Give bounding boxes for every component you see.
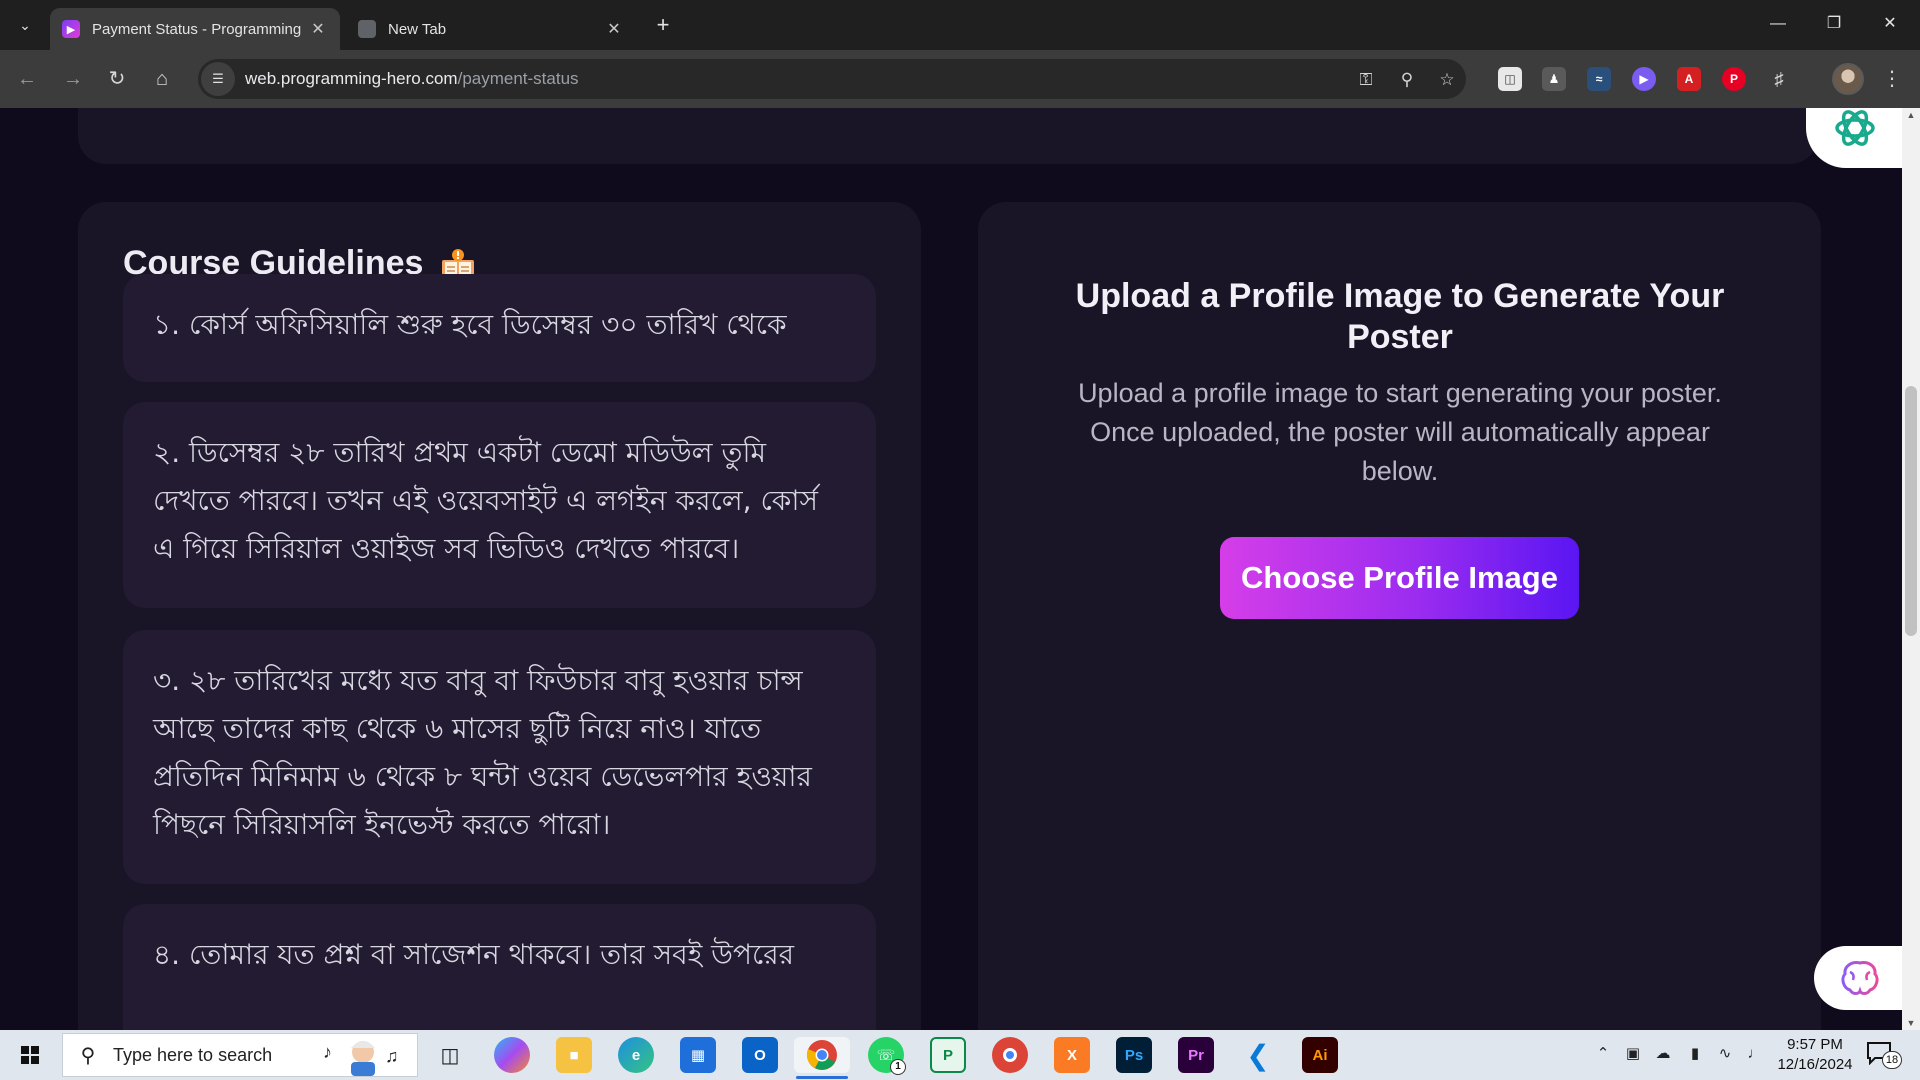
system-clock[interactable]: 9:57 PM 12/16/2024: [1770, 1035, 1860, 1075]
pdf-extension-icon[interactable]: A: [1677, 67, 1701, 91]
password-key-icon[interactable]: ⚿: [1354, 68, 1378, 92]
scroll-down-arrow-icon[interactable]: ▼: [1902, 1018, 1920, 1028]
copilot-icon[interactable]: [494, 1037, 530, 1073]
address-bar[interactable]: ☰ web.programming-hero.com/payment-statu…: [198, 59, 1466, 99]
volume-muted-icon[interactable]: ♩: [1744, 1043, 1766, 1065]
new-tab-plus-icon[interactable]: +: [650, 12, 676, 38]
close-tab-icon[interactable]: ✕: [308, 19, 328, 39]
vscode-icon[interactable]: ❮: [1240, 1037, 1276, 1073]
chrome-icon: [358, 20, 376, 38]
browser-tab-bar: ⌄ ▶ Payment Status - Programming ✕ New T…: [0, 0, 1920, 50]
search-placeholder: Type here to search: [113, 1044, 273, 1065]
menu-kebab-icon[interactable]: ⋮: [1880, 64, 1904, 94]
tab-title: Payment Status - Programming: [92, 20, 302, 38]
reload-icon[interactable]: ↻: [102, 64, 132, 94]
clock-date: 12/16/2024: [1777, 1056, 1853, 1073]
show-hidden-icons-chevron-icon[interactable]: ⌃: [1592, 1043, 1614, 1065]
clock-time: 9:57 PM: [1787, 1036, 1843, 1053]
browser-toolbar: ← → ↻ ⌂ ☰ web.programming-hero.com/payme…: [0, 50, 1920, 108]
profile-avatar[interactable]: [1832, 63, 1864, 95]
edge-icon[interactable]: e: [618, 1037, 654, 1073]
svg-text:♪: ♪: [323, 1042, 332, 1062]
tab-new-tab[interactable]: New Tab ✕: [346, 8, 636, 50]
tab-search-chevron-icon[interactable]: ⌄: [12, 13, 38, 37]
file-explorer-icon[interactable]: ■: [556, 1037, 592, 1073]
minimize-icon[interactable]: —: [1750, 0, 1806, 50]
guideline-item: ২. ডিসেম্বর ২৮ তারিখ প্রথম একটা ডেমো মডি…: [123, 402, 876, 608]
scroll-up-arrow-icon[interactable]: ▲: [1902, 110, 1920, 120]
svg-text:♫: ♫: [385, 1046, 399, 1066]
scrollbar-thumb[interactable]: [1905, 386, 1917, 636]
window-close-icon[interactable]: ✕: [1862, 0, 1918, 50]
xampp-icon[interactable]: X: [1054, 1037, 1090, 1073]
search-icon: ⚲: [80, 1044, 96, 1067]
choose-profile-image-button[interactable]: Choose Profile Image: [1220, 537, 1579, 619]
forward-arrow-icon[interactable]: →: [58, 64, 88, 94]
bookmark-star-icon[interactable]: ☆: [1435, 68, 1459, 92]
wifi-icon[interactable]: ∿: [1714, 1043, 1736, 1065]
url-text: web.programming-hero.com/payment-status: [245, 69, 579, 88]
premiere-pro-icon[interactable]: Pr: [1178, 1037, 1214, 1073]
guideline-item: ৩. ২৮ তারিখের মধ্যে যত বাবু বা ফিউচার বা…: [123, 630, 876, 884]
reading-list-icon[interactable]: ◫: [1498, 67, 1522, 91]
zoom-icon[interactable]: ⚲: [1395, 68, 1419, 92]
site-info-icon[interactable]: ☰: [201, 62, 235, 96]
windows-taskbar: ⚲ Type here to search ♪ ♫ ◫ ■ e ▦ O ☏ 1 …: [0, 1030, 1920, 1080]
microsoft-store-icon[interactable]: ▦: [680, 1037, 716, 1073]
tab-title: New Tab: [388, 20, 447, 38]
chatgpt-logo-icon[interactable]: [1806, 108, 1902, 168]
close-tab-icon[interactable]: ✕: [604, 19, 624, 39]
photoshop-icon[interactable]: Ps: [1116, 1037, 1152, 1073]
ai-brain-icon[interactable]: [1814, 946, 1902, 1010]
upload-title: Upload a Profile Image to Generate Your …: [1075, 277, 1725, 356]
programming-hero-icon: ▶: [62, 20, 80, 38]
extension-play-icon[interactable]: ▶: [1632, 67, 1656, 91]
home-icon[interactable]: ⌂: [147, 64, 177, 94]
page-scrollbar[interactable]: ▲ ▼: [1902, 108, 1920, 1030]
illustrator-icon[interactable]: Ai: [1302, 1037, 1338, 1073]
battery-icon[interactable]: ▮: [1684, 1043, 1706, 1065]
page-viewport: Course Guidelines ১. কোর্স অফিসিয়ালি শু…: [0, 108, 1902, 1030]
guideline-item: ১. কোর্স অফিসিয়ালি শুরু হবে ডিসেম্বর ৩০…: [123, 274, 876, 382]
whatsapp-badge: 1: [890, 1059, 906, 1075]
search-highlight-illustration: ♪ ♫: [323, 1041, 399, 1076]
guideline-item: ৪. তোমার যত প্রশ্ন বা সাজেশন থাকবে। তার …: [123, 904, 876, 1030]
windows-start-icon[interactable]: [8, 1038, 52, 1072]
upload-description: Upload a profile image to start generati…: [1078, 378, 1722, 486]
extension-wave-icon[interactable]: ≈: [1587, 67, 1611, 91]
tab-payment-status[interactable]: ▶ Payment Status - Programming ✕: [50, 8, 340, 50]
notification-center-icon[interactable]: 18: [1866, 1041, 1904, 1069]
extensions-puzzle-icon[interactable]: ♯: [1767, 67, 1791, 91]
outlook-icon[interactable]: O: [742, 1037, 778, 1073]
onedrive-error-icon[interactable]: ☁: [1652, 1043, 1674, 1065]
pen-app-icon[interactable]: P: [930, 1037, 966, 1073]
taskbar-search-box[interactable]: ⚲ Type here to search ♪ ♫: [62, 1033, 418, 1077]
chrome-taskbar-icon[interactable]: [794, 1037, 850, 1079]
back-arrow-icon[interactable]: ←: [12, 64, 42, 94]
extension-people-icon[interactable]: ♟: [1542, 67, 1566, 91]
restore-icon[interactable]: ❐: [1806, 0, 1862, 50]
whatsapp-icon[interactable]: ☏ 1: [868, 1037, 906, 1075]
meet-now-icon[interactable]: ▣: [1622, 1043, 1644, 1065]
chrome-profile-icon[interactable]: [992, 1037, 1028, 1073]
previous-section-card: [78, 108, 1818, 164]
notification-count: 18: [1882, 1051, 1902, 1069]
pinterest-icon[interactable]: P: [1722, 67, 1746, 91]
task-view-icon[interactable]: ◫: [432, 1037, 468, 1073]
